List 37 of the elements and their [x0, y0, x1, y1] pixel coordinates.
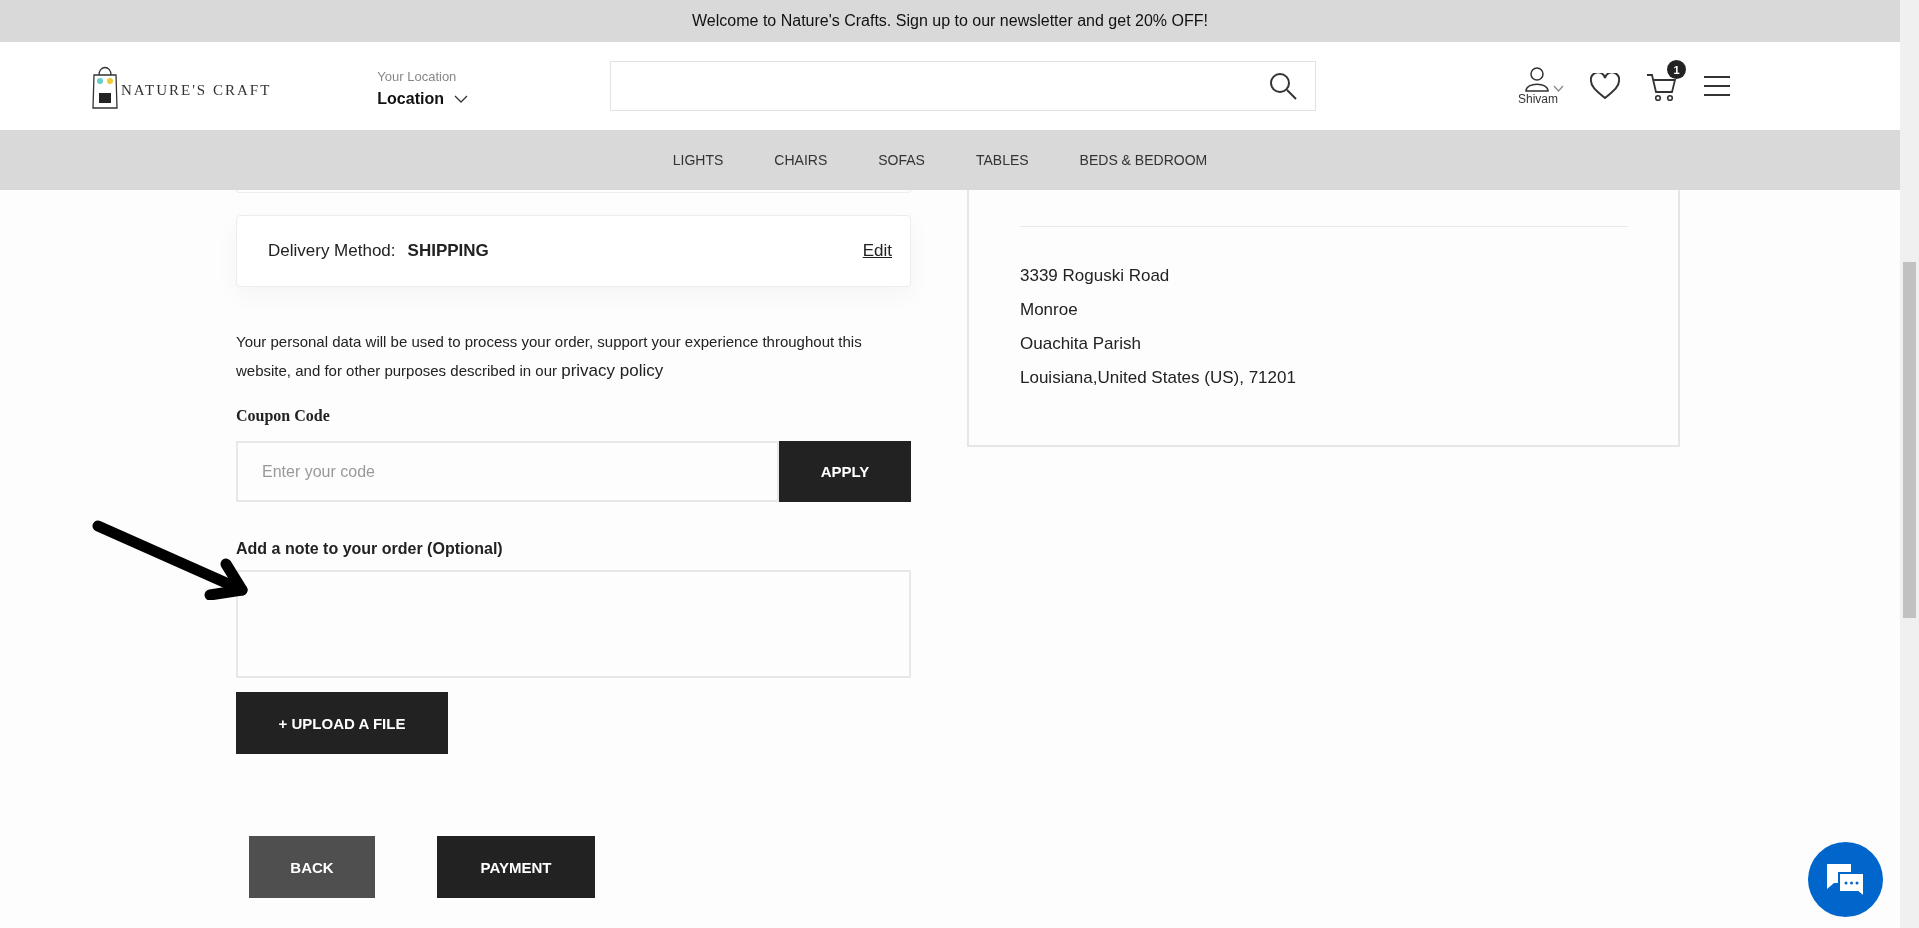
chevron-down-icon: [1553, 85, 1564, 92]
location-label: Your Location: [377, 68, 458, 84]
nav-link[interactable]: LIGHTS: [672, 152, 724, 168]
scrollbar[interactable]: [1900, 0, 1919, 928]
nav-link[interactable]: CHAIRS: [774, 152, 828, 168]
privacy-notice: Your personal data will be used to process your order, support your experience throughout this website, and for other purposes described in our privacy policy: [236, 332, 863, 382]
chevron-down-icon: [454, 94, 468, 103]
search-icon: [1269, 72, 1297, 100]
edit-link[interactable]: Edit: [862, 241, 892, 261]
address-line: Louisiana,United States (US), 71201: [1020, 367, 1297, 389]
upload-file-button[interactable]: + UPLOAD A FILE: [236, 692, 448, 754]
delivery-value: SHIPPING: [407, 241, 489, 261]
announcement-text: Welcome to Nature's Crafts. Sign up to our newsletter and get 20% OFF!: [692, 12, 1208, 30]
apply-button[interactable]: APPLY: [779, 441, 911, 502]
user-icon: [1524, 66, 1550, 92]
note-label: Add a note to your order (Optional): [236, 540, 504, 558]
nav-link[interactable]: BEDS & BEDROOM: [1079, 152, 1208, 168]
delivery-label: Delivery Method:: [268, 241, 396, 261]
coupon-input[interactable]: Enter your code: [236, 441, 779, 502]
heart-icon[interactable]: [1590, 72, 1620, 100]
address-line: Ouachita Parish: [1020, 333, 1142, 355]
logo[interactable]: NATURE'S CRAFT: [92, 63, 272, 109]
nav-link[interactable]: SOFAS: [878, 152, 925, 168]
payment-button[interactable]: PAYMENT: [437, 836, 595, 898]
back-button[interactable]: BACK: [249, 836, 375, 898]
address-line: 3339 Roguski Road: [1020, 265, 1171, 287]
account-menu[interactable]: Shivam: [1512, 66, 1564, 106]
location-dropdown[interactable]: Location: [377, 89, 468, 108]
address-line: Monroe: [1020, 299, 1079, 321]
menu-icon[interactable]: [1704, 75, 1730, 97]
search-field[interactable]: [610, 61, 1316, 111]
chat-icon: [1825, 862, 1866, 897]
nav-link[interactable]: TABLES: [975, 152, 1029, 168]
cart-icon[interactable]: [1646, 72, 1678, 102]
coupon-label: Coupon Code: [236, 407, 331, 425]
cart-count-badge: 1: [1667, 60, 1686, 79]
privacy-policy-link[interactable]: privacy policy: [561, 361, 664, 380]
